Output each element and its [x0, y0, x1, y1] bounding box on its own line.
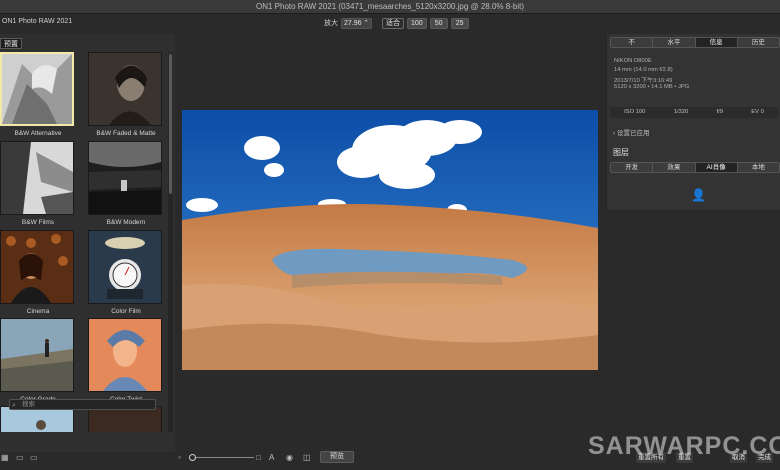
- aperture-value: f/9: [716, 109, 723, 115]
- preset-label: B&W Alternative: [14, 130, 62, 137]
- preset-color-grade[interactable]: Color Grade: [0, 318, 76, 403]
- minus-icon[interactable]: ▫: [178, 453, 181, 462]
- preset-label: B&W Modern: [106, 219, 146, 226]
- preset-thumbnail: [88, 52, 162, 126]
- tab-none[interactable]: 不: [611, 38, 654, 47]
- preset-thumbnail: [0, 141, 74, 215]
- layer-tabs: 开发 效果 AI肖像 本地: [610, 162, 780, 173]
- add-person-icon[interactable]: 👤: [691, 188, 706, 202]
- shutter-value: 1/320: [673, 109, 689, 115]
- scrollbar-thumb[interactable]: [169, 54, 172, 194]
- tab-info[interactable]: 信息: [695, 38, 738, 47]
- capture-date: 2013/7/10 下午3:16:49: [614, 78, 673, 84]
- preset-thumbnail: [0, 318, 74, 392]
- preset-label: B&W Films: [21, 219, 55, 226]
- zoom-level-value: 27.96: [344, 19, 362, 27]
- presets-panel: 预置 B&W Alternative B&W Faded & Matte B&W…: [0, 34, 175, 452]
- preset-thumbnail: [88, 141, 162, 215]
- zoom-label: 放大: [324, 20, 338, 27]
- mask-icon[interactable]: ◫: [303, 453, 311, 462]
- circle-icon[interactable]: ◉: [286, 453, 293, 462]
- preset-bw-modern[interactable]: B&W Modern: [88, 141, 164, 226]
- preset-label: Color Film: [111, 308, 141, 315]
- lens-info: 14 mm (14.0 mm f/2.8): [614, 67, 673, 73]
- preset-thumbnail: [0, 52, 74, 126]
- zoom-slider-track[interactable]: [192, 457, 254, 458]
- tab-effects[interactable]: 效果: [653, 163, 696, 172]
- preset-thumbnail: [0, 230, 74, 304]
- chevron-right-icon: ›: [613, 130, 616, 137]
- zoom-slider-knob[interactable]: [189, 454, 196, 461]
- tab-presets[interactable]: 预置: [0, 38, 22, 49]
- layers-title: 图层: [613, 148, 629, 157]
- zoom-fit-button[interactable]: 适合: [382, 17, 404, 29]
- square-icon[interactable]: □: [256, 453, 261, 462]
- tab-history[interactable]: 历史: [737, 38, 779, 47]
- app-name: ON1 Photo RAW 2021: [2, 18, 73, 25]
- tab-horizontal[interactable]: 水平: [653, 38, 696, 47]
- preset-color-film[interactable]: Color Film: [88, 230, 164, 315]
- tab-local[interactable]: 本地: [737, 163, 779, 172]
- preset-cinema[interactable]: Cinema: [0, 230, 76, 315]
- file-size: 5120 x 3200 • 14.1 MB • JPG: [614, 84, 690, 90]
- exif-row: ISO 100 1/320 f/9 EV 0: [610, 107, 778, 118]
- preset-grid: B&W Alternative B&W Faded & Matte B&W Fi…: [0, 52, 168, 432]
- ev-value: EV 0: [751, 109, 764, 115]
- tab-ai-portrait[interactable]: AI肖像: [695, 163, 738, 172]
- tab-develop[interactable]: 开发: [611, 163, 654, 172]
- preset-label: B&W Faded & Matte: [96, 130, 156, 137]
- preset-color-twist[interactable]: Color Twist: [88, 318, 164, 403]
- iso-value: ISO 100: [624, 109, 646, 115]
- applied-settings-label: 设置已应用: [616, 130, 650, 137]
- preset-label: Cinema: [26, 308, 50, 315]
- panel-tabs: 不 水平 信息 历史: [610, 37, 780, 48]
- window-title: ON1 Photo RAW 2021 (03471_mesaarches_512…: [0, 0, 780, 14]
- preset-bw-alternative[interactable]: B&W Alternative: [0, 52, 76, 137]
- presets-scrollbar[interactable]: [168, 52, 173, 432]
- preview-button[interactable]: 预览: [320, 451, 354, 463]
- single-view-icon[interactable]: ▭: [16, 453, 24, 462]
- zoom-controls: 放大 27.96 ⌃ 适合 100 50 25: [324, 16, 469, 30]
- compare-view-icon[interactable]: ▭: [30, 453, 38, 462]
- zoom-level-dropdown[interactable]: 27.96 ⌃: [341, 17, 372, 29]
- preset-bw-faded-matte[interactable]: B&W Faded & Matte: [88, 52, 164, 137]
- photo-canvas[interactable]: [182, 110, 598, 370]
- info-panel: 不 水平 信息 历史 NIKON D800E 14 mm (14.0 mm f/…: [606, 34, 780, 210]
- search-placeholder: 搜索: [22, 401, 35, 408]
- watermark: SARWARPC.CO: [588, 432, 780, 460]
- camera-model: NIKON D800E: [614, 58, 652, 64]
- applied-settings-toggle[interactable]: › 设置已应用: [613, 127, 649, 137]
- search-icon: ⌕: [12, 402, 16, 409]
- zoom-50-button[interactable]: 50: [429, 17, 448, 29]
- preset-thumbnail: [88, 230, 162, 304]
- preset-bw-films[interactable]: B&W Films: [0, 141, 76, 226]
- zoom-25-button[interactable]: 25: [450, 17, 469, 29]
- text-icon[interactable]: A: [269, 453, 274, 462]
- chevron-down-icon: ⌃: [363, 20, 369, 27]
- preset-thumbnail: [88, 318, 162, 392]
- preset-search-input[interactable]: ⌕ 搜索: [9, 399, 156, 410]
- zoom-100-button[interactable]: 100: [407, 17, 427, 29]
- grid-view-icon[interactable]: ▦: [1, 453, 9, 462]
